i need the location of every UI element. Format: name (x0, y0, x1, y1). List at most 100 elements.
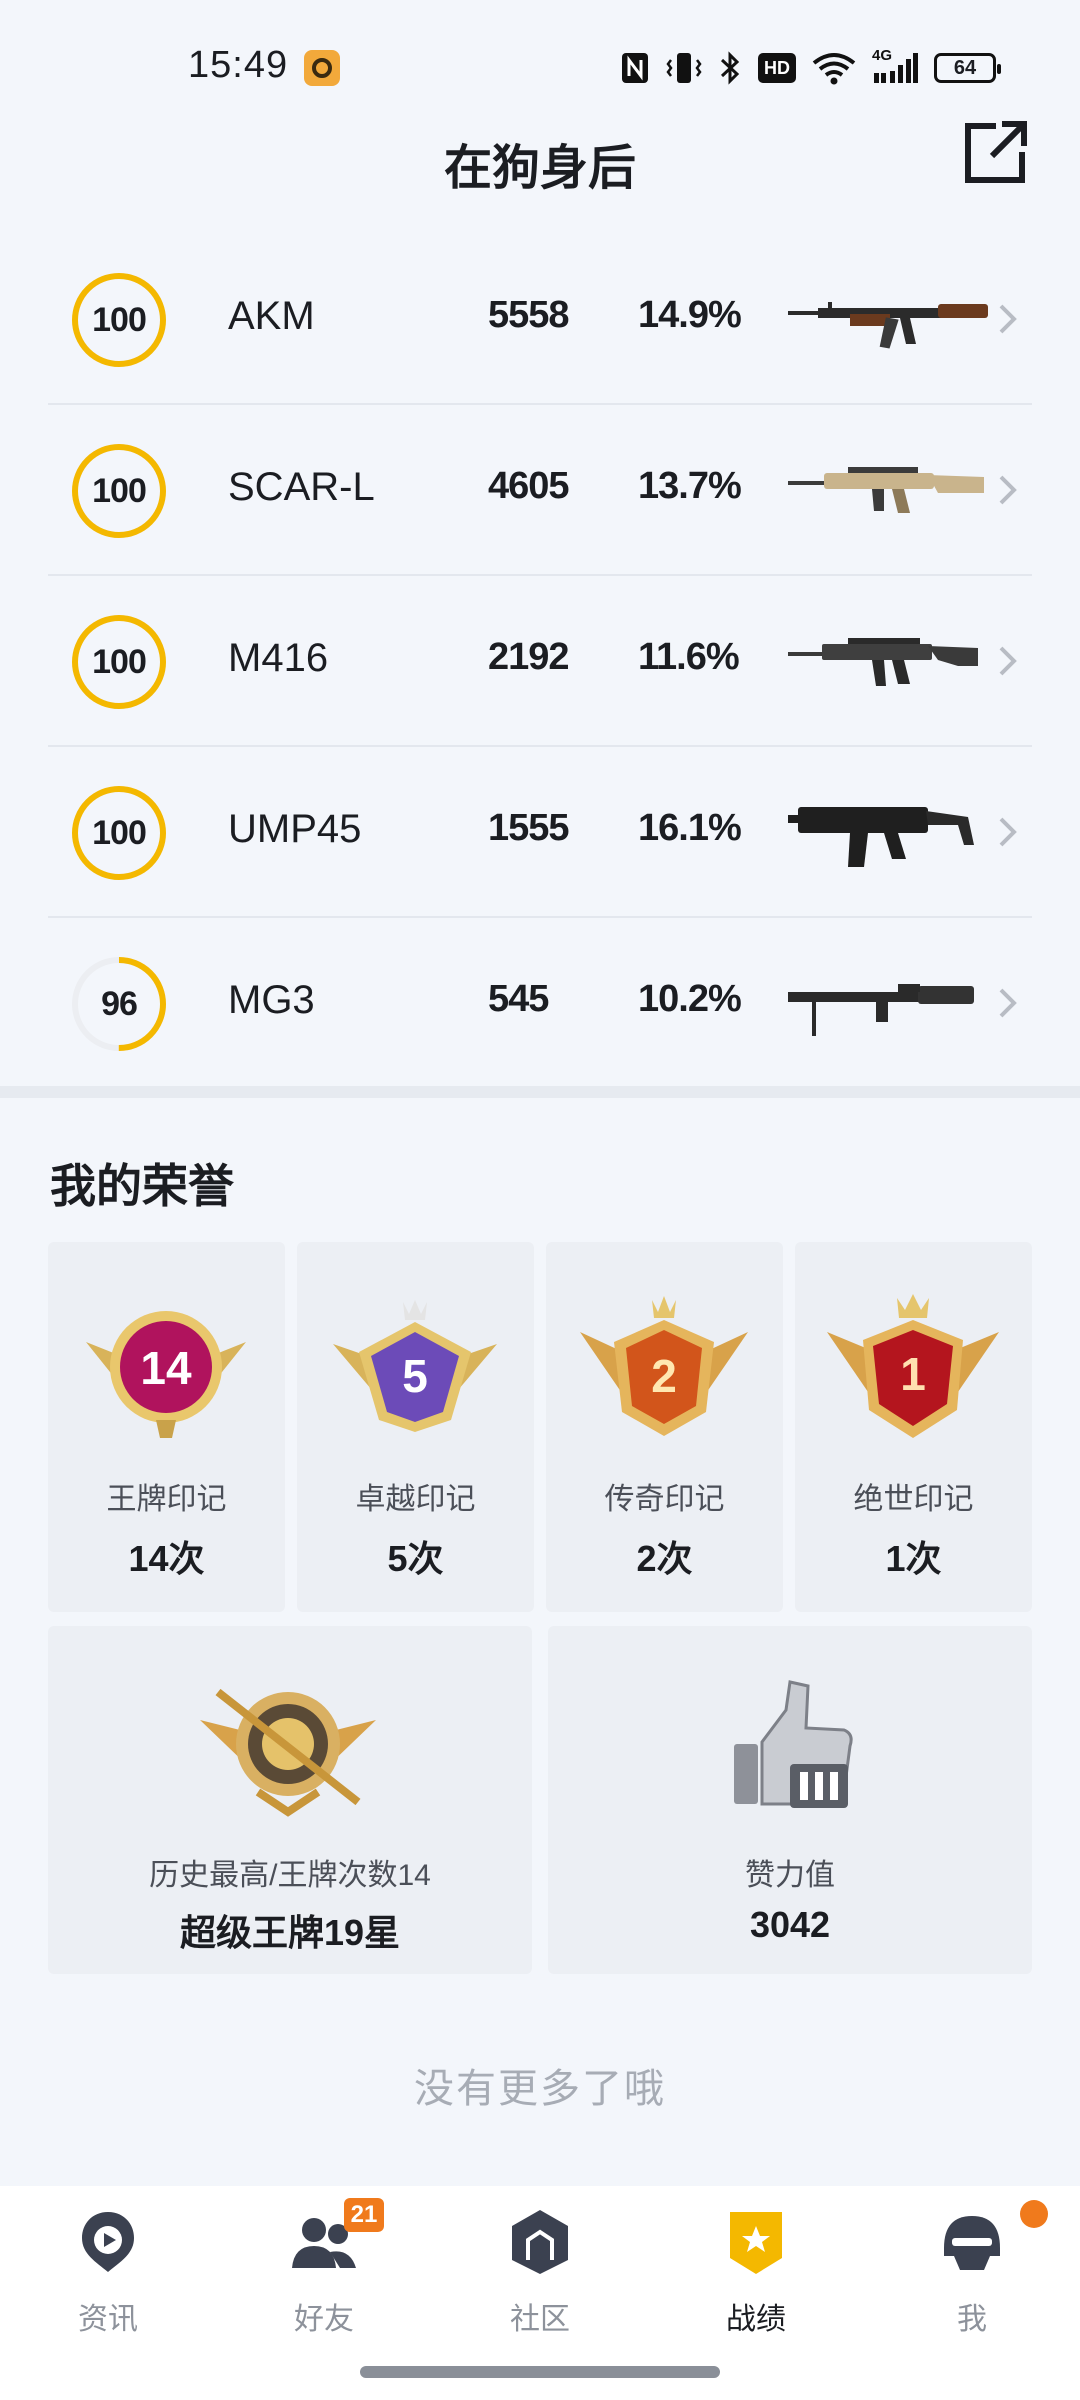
excellence-badge-number: 5 (402, 1350, 428, 1402)
friends-count-badge: 21 (344, 2198, 384, 2232)
no-more-text: 没有更多了哦 (414, 2067, 666, 2111)
history-rank-card[interactable]: 历史最高/王牌次数14 超级王牌19星 (48, 1626, 532, 1974)
weapon-list: 100 AKM 5558 14.9% 100 SCAR-L 4605 13.7% (48, 234, 1032, 1089)
nav-label: 好友 (294, 2303, 354, 2336)
likes-card[interactable]: 赞力值 3042 (548, 1626, 1032, 1974)
weapon-rating: 100 (92, 301, 147, 339)
community-icon (512, 2210, 568, 2274)
honor-count: 2次 (636, 1538, 693, 1579)
weapon-kills: 1555 (488, 807, 570, 849)
honor-count: 1次 (885, 1538, 942, 1579)
ump45-smg-image (788, 807, 974, 867)
chevron-right-icon (999, 475, 1017, 505)
chevron-right-icon (999, 646, 1017, 676)
weapon-row[interactable]: 96 MG3 545 10.2% (48, 918, 1032, 1089)
weapon-row[interactable]: 100 M416 2192 11.6% (48, 576, 1032, 747)
legend-mark-badge-icon: 2 (580, 1296, 748, 1436)
crossed-guns-rank-badge-icon (200, 1688, 376, 1817)
vibrate-icon (666, 53, 702, 83)
weapon-row[interactable]: 100 SCAR-L 4605 13.7% (48, 405, 1032, 576)
nav-label: 我 (957, 2303, 987, 2336)
akm-rifle-image (788, 302, 988, 349)
weapon-rate: 10.2% (638, 978, 742, 1020)
legend-badge-number: 2 (651, 1350, 677, 1402)
honor-count: 5次 (387, 1538, 444, 1579)
home-indicator[interactable] (360, 2366, 720, 2378)
weapon-name: SCAR-L (228, 465, 375, 509)
weapon-kills: 4605 (488, 465, 570, 507)
thumbs-up-badge-icon (734, 1680, 853, 1808)
status-bar: 15:49 HD 4G 64 (0, 0, 1080, 140)
weapon-rating: 100 (92, 643, 147, 681)
honor-label: 王牌印记 (106, 1483, 227, 1516)
weapon-name: UMP45 (228, 807, 362, 851)
mg3-lmg-image (788, 984, 974, 1036)
weapon-kills: 5558 (488, 294, 570, 336)
weapon-rating: 96 (101, 985, 138, 1023)
excellence-mark-badge-icon: 5 (333, 1300, 497, 1432)
nav-label: 资讯 (78, 2303, 138, 2336)
ace-mark-badge-icon: 14 (86, 1311, 246, 1438)
status-time: 15:49 (188, 44, 289, 86)
nav-item-me[interactable]: 我 (864, 2186, 1080, 2346)
honor-label: 绝世印记 (853, 1483, 974, 1516)
weapon-row[interactable]: 100 UMP45 1555 16.1% (48, 747, 1032, 918)
peerless-badge-number: 1 (900, 1348, 926, 1400)
notification-dot (1020, 2200, 1048, 2228)
chevron-right-icon (999, 817, 1017, 847)
weapon-row[interactable]: 100 AKM 5558 14.9% (48, 234, 1032, 405)
nav-item-friends[interactable]: 21 好友 (216, 2186, 432, 2346)
weapon-kills: 2192 (488, 636, 570, 678)
nav-item-community[interactable]: 社区 (432, 2186, 648, 2346)
hd-icon: HD (758, 53, 796, 83)
weapon-rate: 14.9% (638, 294, 742, 336)
ace-badge-number: 14 (140, 1342, 192, 1394)
helmet-profile-icon (944, 2216, 1000, 2270)
signal-4g-icon: 4G (872, 47, 918, 85)
weapon-name: MG3 (228, 978, 315, 1022)
status-icons: HD 4G 64 (620, 47, 1001, 88)
nfc-icon (622, 53, 648, 83)
app-notification-icon (304, 50, 340, 86)
history-label: 历史最高/王牌次数14 (149, 1859, 431, 1892)
weapon-name: AKM (228, 294, 315, 338)
scar-l-rifle-image (788, 467, 984, 513)
honors-title: 我的荣誉 (50, 1160, 234, 1212)
nav-item-news[interactable]: 资讯 (0, 2186, 216, 2346)
page-title: 在狗身后 (443, 142, 636, 195)
chevron-right-icon (999, 304, 1017, 334)
weapon-rate: 13.7% (638, 465, 742, 507)
honor-label: 卓越印记 (355, 1483, 476, 1516)
nav-item-record[interactable]: 战绩 (648, 2186, 864, 2346)
honor-card-legend[interactable]: 2 传奇印记 2次 (546, 1242, 783, 1612)
network-label: 4G (872, 47, 893, 64)
wifi-icon (812, 53, 856, 85)
weapon-rating: 100 (92, 472, 147, 510)
honor-grid: 14 王牌印记 14次 5 卓越印记 5次 2 传奇印记 2次 1 绝世印记 1… (48, 1242, 1032, 1612)
history-value: 超级王牌19星 (179, 1912, 401, 1953)
honor-card-peerless[interactable]: 1 绝世印记 1次 (795, 1242, 1032, 1612)
record-badge-icon (730, 2212, 782, 2274)
battery-icon: 64 (934, 53, 1001, 83)
section-divider (0, 1086, 1080, 1098)
news-play-icon (82, 2212, 134, 2272)
weapon-kills: 545 (488, 978, 549, 1020)
honor-card-ace[interactable]: 14 王牌印记 14次 (48, 1242, 285, 1612)
honor-label: 传奇印记 (604, 1483, 725, 1516)
m416-rifle-image (788, 638, 978, 686)
weapon-name: M416 (228, 636, 329, 680)
weapon-rate: 16.1% (638, 807, 742, 849)
honor-card-excellence[interactable]: 5 卓越印记 5次 (297, 1242, 534, 1612)
weapon-rate: 11.6% (638, 636, 740, 678)
weapon-rating: 100 (92, 814, 147, 852)
honor-count: 14次 (128, 1538, 205, 1579)
share-external-icon[interactable] (962, 120, 1028, 186)
chevron-right-icon (999, 988, 1017, 1018)
nav-label: 战绩 (726, 2303, 786, 2336)
honor-grid-secondary: 历史最高/王牌次数14 超级王牌19星 赞力值 3042 (48, 1626, 1032, 1974)
peerless-mark-badge-icon: 1 (827, 1294, 999, 1438)
likes-value: 3042 (749, 1904, 831, 1945)
likes-label: 赞力值 (745, 1859, 835, 1892)
bluetooth-icon (720, 51, 740, 85)
nav-label: 社区 (510, 2303, 570, 2336)
